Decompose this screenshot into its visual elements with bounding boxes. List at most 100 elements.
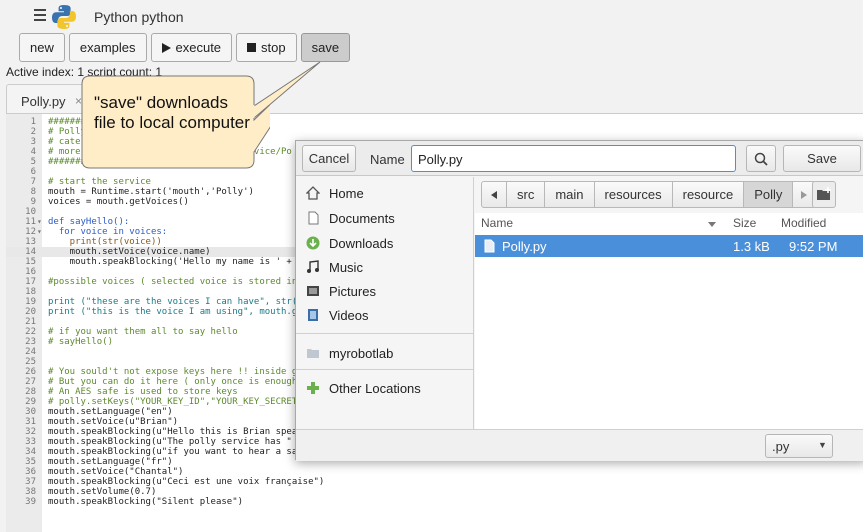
place-label: myrobotlab — [329, 345, 394, 361]
places-sidebar: Home Documents Downloads Music Pictures … — [296, 177, 474, 429]
examples-button-label: examples — [79, 40, 136, 55]
code-text: # You sould't not expose keys here !! in… — [48, 367, 303, 377]
line-number: 17 — [25, 277, 36, 287]
file-modified: 9:52 PM — [789, 239, 838, 254]
execute-button[interactable]: execute — [150, 33, 233, 62]
code-line: 39 mouth.speakBlocking("Silent please") — [6, 497, 863, 507]
code-text: print ("these are the voices I can have"… — [48, 297, 303, 307]
code-text: mouth.speakBlocking('Hello my name is ' … — [48, 257, 303, 267]
code-text: # if you want them all to say hello — [48, 327, 238, 337]
line-number: 32 — [25, 427, 36, 437]
hamburger-menu-icon[interactable] — [34, 9, 46, 22]
new-button[interactable]: new — [19, 33, 65, 62]
line-number: 27 — [25, 377, 36, 387]
line-number: 38 — [25, 487, 36, 497]
line-number: 18 — [25, 287, 36, 297]
place-pictures[interactable]: Pictures — [306, 281, 376, 301]
place-home[interactable]: Home — [306, 183, 364, 203]
fold-toggle-icon[interactable]: ▾ — [37, 217, 42, 227]
search-button[interactable] — [746, 145, 776, 172]
plus-icon — [307, 382, 319, 394]
code-text: mouth.setVolume(0.7) — [48, 487, 157, 497]
chevron-left-icon — [491, 190, 497, 199]
save-button-label: save — [311, 40, 340, 55]
chevron-right-icon — [801, 190, 808, 199]
file-type-filter[interactable]: .py ▼ — [765, 434, 833, 458]
code-text: print(str(voice)) — [48, 237, 162, 247]
column-header-modified[interactable]: Modified — [781, 216, 826, 230]
code-text: def sayHello(): — [48, 217, 130, 227]
place-downloads[interactable]: Downloads — [306, 233, 393, 253]
place-label: Other Locations — [329, 380, 421, 396]
path-crumb-polly[interactable]: Polly — [743, 181, 794, 208]
python-logo-icon — [52, 5, 76, 29]
path-crumb-resources[interactable]: resources — [593, 181, 673, 208]
file-row[interactable]: Polly.py 1.3 kB 9:52 PM — [475, 235, 863, 257]
code-text: mouth.setVoice("Chantal") — [48, 467, 184, 477]
column-header-size[interactable]: Size — [733, 216, 756, 230]
stop-icon — [247, 43, 257, 52]
place-music[interactable]: Music — [306, 257, 363, 277]
cancel-button-label: Cancel — [308, 151, 350, 166]
code-text: # polly.setKeys("YOUR_KEY_ID","YOUR_KEY_… — [48, 397, 298, 407]
path-crumb-src[interactable]: src — [506, 181, 546, 208]
path-crumb-resource[interactable]: resource — [671, 181, 745, 208]
dialog-save-button-label: Save — [807, 151, 837, 166]
place-videos[interactable]: Videos — [306, 305, 369, 325]
line-number: 22 — [25, 327, 36, 337]
code-text: mouth.setVoice(voice.name) — [48, 247, 211, 257]
new-folder-icon — [817, 187, 831, 200]
places-separator — [296, 369, 474, 370]
column-header-name[interactable]: Name — [481, 216, 513, 230]
code-text: #possible voices ( selected voice is sto… — [48, 277, 303, 287]
line-number: 12 — [25, 227, 36, 237]
execute-button-label: execute — [175, 40, 222, 55]
line-number: 33 — [25, 437, 36, 447]
callout-text: "save" downloads file to local computer — [94, 93, 250, 132]
place-label: Pictures — [329, 283, 376, 299]
code-text: # An AES safe is used to store keys — [48, 387, 238, 397]
code-text: # But you can do it here ( only once is … — [48, 377, 298, 387]
line-number: 21 — [25, 317, 36, 327]
sort-down-icon — [708, 222, 716, 227]
path-crumb-main[interactable]: main — [544, 181, 595, 208]
code-text: # cate — [48, 137, 81, 147]
fold-toggle-icon[interactable]: ▾ — [37, 227, 42, 237]
path-back-button[interactable] — [481, 181, 507, 208]
place-documents[interactable]: Documents — [306, 208, 395, 228]
file-list: Name Size Modified Polly.py 1.3 kB 9:52 … — [475, 213, 863, 429]
new-folder-button[interactable] — [812, 181, 836, 208]
download-icon — [306, 236, 320, 250]
places-separator — [296, 333, 474, 334]
file-type-filter-label: .py — [772, 439, 790, 454]
code-text: mouth.speakBlocking(u"Hello this is Bria… — [48, 427, 303, 437]
play-icon — [161, 42, 171, 53]
line-number: 6 — [30, 167, 36, 177]
file-icon — [484, 239, 495, 253]
line-number: 11 — [25, 217, 36, 227]
line-number: 35 — [25, 457, 36, 467]
music-icon — [307, 260, 319, 273]
cancel-button[interactable]: Cancel — [302, 145, 356, 172]
line-number: 20 — [25, 307, 36, 317]
line-number: 4 — [30, 147, 36, 157]
filename-input[interactable]: Polly.py — [411, 145, 736, 172]
code-text: for voice in voices: — [48, 227, 168, 237]
code-text: mouth = Runtime.start('mouth','Polly') — [48, 187, 254, 197]
line-number: 16 — [25, 267, 36, 277]
line-number: 14 — [25, 247, 36, 257]
name-label: Name — [370, 152, 405, 167]
place-other-locations[interactable]: Other Locations — [306, 378, 421, 398]
place-myrobotlab[interactable]: myrobotlab — [306, 343, 393, 363]
folder-icon — [307, 349, 319, 358]
dialog-save-button[interactable]: Save — [783, 145, 861, 172]
file-size: 1.3 kB — [733, 239, 770, 254]
code-text: voices = mouth.getVoices() — [48, 197, 189, 207]
line-number: 31 — [25, 417, 36, 427]
document-icon — [308, 211, 319, 225]
line-number: 37 — [25, 477, 36, 487]
code-line: 38 mouth.setVolume(0.7) — [6, 487, 863, 497]
line-number: 28 — [25, 387, 36, 397]
examples-button[interactable]: examples — [68, 33, 147, 62]
line-number: 24 — [25, 347, 36, 357]
